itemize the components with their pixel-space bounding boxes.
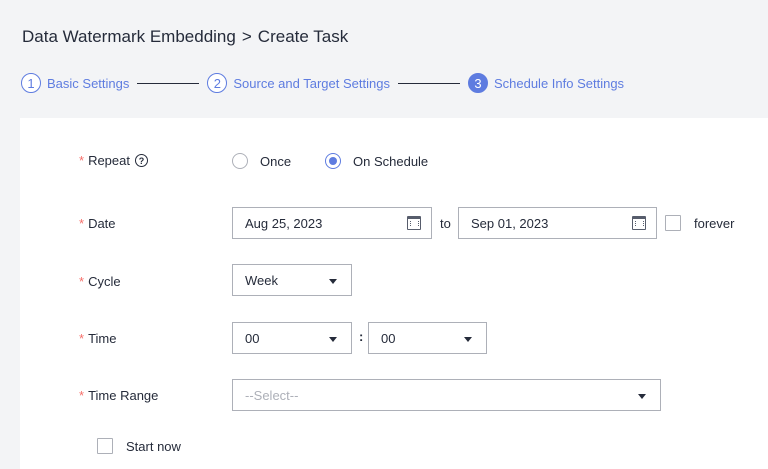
cycle-label: * Cycle — [79, 274, 121, 289]
step-label: Source and Target Settings — [233, 75, 390, 91]
step-label: Basic Settings — [47, 75, 130, 91]
minute-select[interactable]: 00 — [368, 322, 487, 354]
start-now-label: Start now — [126, 439, 181, 454]
time-label: * Time — [79, 331, 116, 346]
breadcrumb-current: Create Task — [257, 27, 349, 46]
cycle-select[interactable]: Week — [232, 264, 352, 296]
required-mark: * — [79, 274, 85, 289]
minute-value: 00 — [381, 330, 396, 346]
radio-once[interactable]: Once — [232, 145, 291, 177]
time-range-label-text: Time Range — [88, 388, 159, 403]
date-range-to: to — [440, 216, 451, 231]
chevron-down-icon — [329, 337, 337, 342]
repeat-label: * Repeat ? — [79, 153, 148, 168]
step-schedule-info-settings[interactable]: 3 Schedule Info Settings — [467, 73, 625, 93]
repeat-label-text: Repeat — [88, 153, 130, 168]
cycle-value: Week — [245, 272, 278, 288]
chevron-down-icon — [638, 394, 646, 399]
chevron-down-icon — [464, 337, 472, 342]
forever-label: forever — [694, 216, 735, 231]
breadcrumb-separator: > — [241, 27, 252, 46]
date-label: * Date — [79, 216, 116, 231]
cycle-label-text: Cycle — [88, 274, 121, 289]
radio-once-circle[interactable] — [232, 153, 248, 169]
step-connector — [137, 82, 200, 84]
radio-on-schedule[interactable]: On Schedule — [325, 145, 428, 177]
time-range-placeholder: --Select-- — [245, 387, 299, 403]
calendar-icon[interactable] — [407, 216, 421, 230]
forever-checkbox[interactable] — [665, 215, 681, 231]
end-date-value: Sep 01, 2023 — [471, 215, 549, 231]
required-mark: * — [79, 153, 85, 168]
step-source-target-settings[interactable]: 2 Source and Target Settings — [207, 73, 390, 93]
breadcrumb: Data Watermark Embedding > Create Task — [22, 27, 348, 47]
radio-on-schedule-label: On Schedule — [353, 153, 429, 169]
required-mark: * — [79, 331, 85, 346]
radio-on-schedule-circle[interactable] — [325, 153, 341, 169]
step-label: Schedule Info Settings — [493, 75, 625, 91]
time-label-text: Time — [88, 331, 117, 346]
time-colon: : — [359, 329, 364, 344]
required-mark: * — [79, 216, 85, 231]
step-basic-settings[interactable]: 1 Basic Settings — [21, 73, 129, 93]
hour-value: 00 — [245, 330, 260, 346]
calendar-icon[interactable] — [632, 216, 646, 230]
step-indicator: 1 Basic Settings 2 Source and Target Set… — [21, 72, 624, 94]
hour-select[interactable]: 00 — [232, 322, 352, 354]
required-mark: * — [79, 388, 85, 403]
start-now-checkbox[interactable] — [97, 438, 113, 454]
radio-once-label: Once — [260, 153, 292, 169]
time-range-label: * Time Range — [79, 388, 158, 403]
breadcrumb-parent[interactable]: Data Watermark Embedding — [22, 27, 236, 46]
time-range-select[interactable]: --Select-- — [232, 379, 661, 411]
date-label-text: Date — [88, 216, 116, 231]
step-number: 2 — [207, 73, 228, 93]
end-date-input[interactable]: Sep 01, 2023 — [458, 207, 657, 239]
step-number: 1 — [21, 73, 41, 93]
start-date-value: Aug 25, 2023 — [245, 215, 323, 231]
page: Data Watermark Embedding > Create Task 1 B… — [0, 0, 768, 469]
step-connector — [397, 82, 460, 84]
chevron-down-icon — [329, 279, 337, 284]
start-date-input[interactable]: Aug 25, 2023 — [232, 207, 432, 239]
schedule-form-panel: * Repeat ? Once On Schedule * Date Aug 2… — [20, 118, 768, 469]
question-circle-icon[interactable]: ? — [134, 154, 148, 167]
step-number: 3 — [467, 73, 488, 93]
